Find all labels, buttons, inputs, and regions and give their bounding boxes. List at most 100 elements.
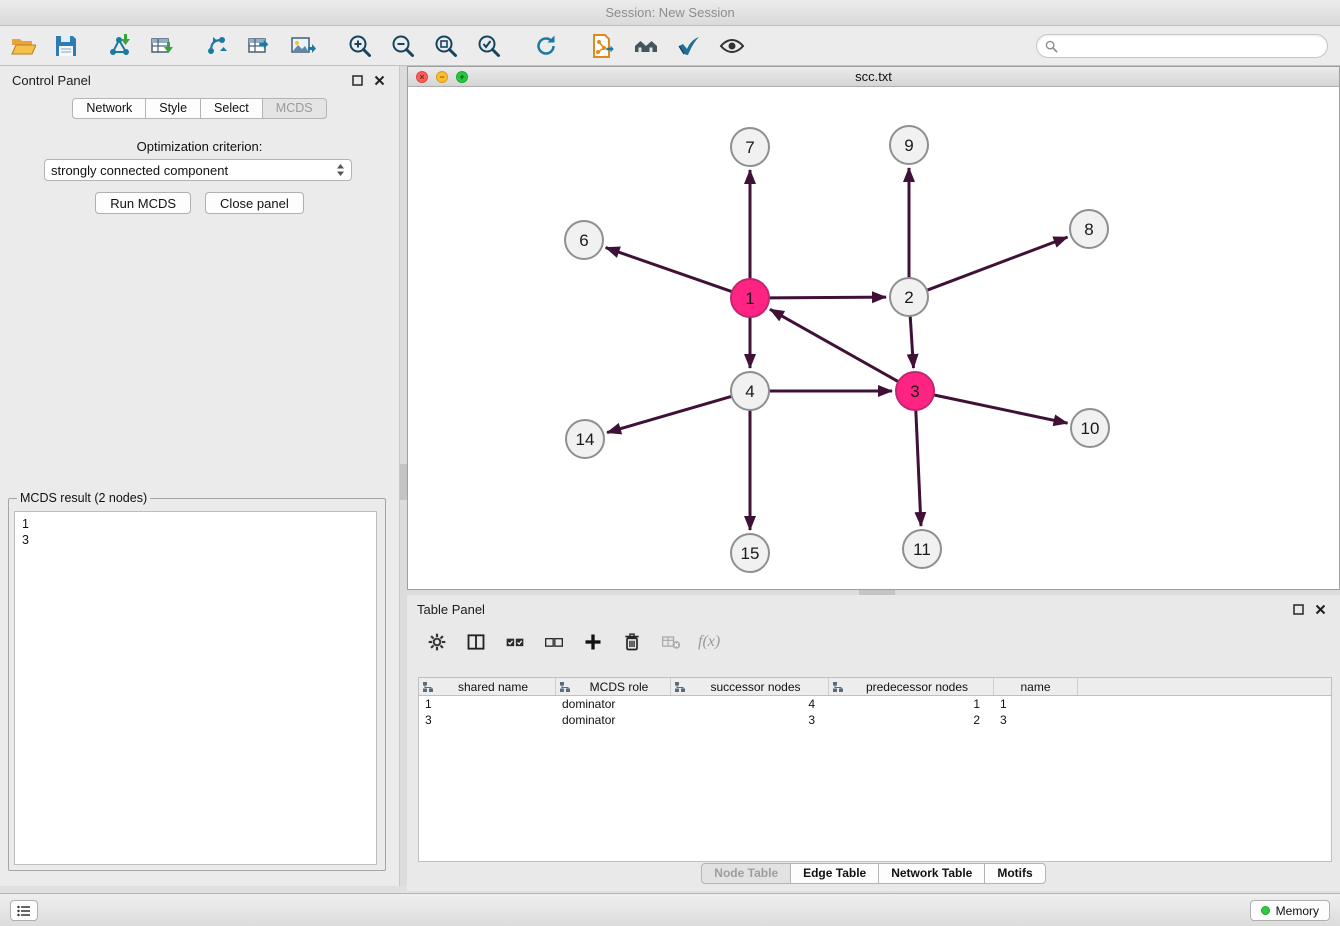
export-network-button[interactable] [202,31,232,61]
refresh-button[interactable] [531,31,561,61]
vertical-splitter[interactable] [400,66,407,886]
node-11[interactable]: 11 [903,530,941,568]
column-header-name[interactable]: name [994,678,1078,695]
memory-button[interactable]: Memory [1250,900,1330,921]
minimize-window-button[interactable]: − [436,71,448,83]
mcds-result-box: MCDS result (2 nodes) 1 3 [8,491,386,871]
eye-icon [719,33,745,59]
column-header-shared-name[interactable]: shared name [419,678,556,695]
style-brush-icon [676,33,702,59]
select-all-columns-button[interactable] [503,630,527,654]
edge-3-10[interactable] [934,395,1068,423]
layout-home-button[interactable] [631,31,661,61]
app-window: Session: New Session [0,0,1340,926]
column-type-icon [422,681,434,693]
task-history-button[interactable] [10,900,38,921]
float-icon [1293,604,1304,615]
run-mcds-button[interactable]: Run MCDS [95,192,191,214]
show-column-panel-button[interactable] [464,630,488,654]
mcds-result-list[interactable]: 1 3 [14,511,377,865]
zoom-in-button[interactable] [345,31,375,61]
tab-network[interactable]: Network [72,98,146,119]
tab-motifs[interactable]: Motifs [984,863,1045,884]
tab-style[interactable]: Style [145,98,201,119]
zoom-selected-button[interactable] [474,31,504,61]
stepper-icon [336,163,345,177]
tab-network-table[interactable]: Network Table [878,863,985,884]
import-table-button[interactable] [148,31,178,61]
export-table-icon [247,33,273,59]
node-6[interactable]: 6 [565,221,603,259]
close-table-panel-button[interactable] [1312,601,1328,617]
edge-3-11[interactable] [916,410,921,526]
control-panel-header: Control Panel [0,66,399,94]
zoom-out-button[interactable] [388,31,418,61]
edge-1-6[interactable] [606,248,732,292]
clone-network-button[interactable] [588,31,618,61]
table-settings-button[interactable] [425,630,449,654]
edge-2-3[interactable] [910,316,913,368]
memory-status-icon [1261,906,1270,915]
edge-2-8[interactable] [927,237,1068,290]
open-session-button[interactable] [8,31,38,61]
column-header-successor-nodes[interactable]: successor nodes [671,678,829,695]
tab-select[interactable]: Select [200,98,263,119]
show-hide-button[interactable] [717,31,747,61]
import-table-icon [150,33,176,59]
node-4[interactable]: 4 [731,372,769,410]
float-panel-button[interactable] [349,72,365,88]
search-icon [1045,40,1058,53]
search-input[interactable] [1063,39,1319,54]
close-window-button[interactable]: × [416,71,428,83]
save-session-button[interactable] [51,31,81,61]
optimization-select[interactable]: strongly connected component [44,159,352,181]
tab-edge-table[interactable]: Edge Table [790,863,879,884]
tab-mcds[interactable]: MCDS [262,98,327,119]
table-row[interactable]: 3 dominator 3 2 3 [419,712,1331,728]
node-2[interactable]: 2 [890,278,928,316]
plus-icon [583,632,603,652]
float-table-panel-button[interactable] [1290,601,1306,617]
table-header-row: shared name MCDS role [419,678,1331,696]
node-table[interactable]: shared name MCDS role [418,677,1332,862]
zoom-selected-icon [476,33,502,59]
node-8[interactable]: 8 [1070,210,1108,248]
node-14[interactable]: 14 [566,420,604,458]
create-column-button[interactable] [581,630,605,654]
node-7[interactable]: 7 [731,128,769,166]
node-15[interactable]: 15 [731,534,769,572]
network-canvas[interactable]: 7 9 6 8 1 2 4 3 14 10 15 11 [408,87,1339,589]
node-9[interactable]: 9 [890,126,928,164]
mcds-result-title: MCDS result (2 nodes) [17,491,150,505]
node-10[interactable]: 10 [1071,409,1109,447]
svg-text:3: 3 [910,382,919,401]
close-panel-action-button[interactable]: Close panel [205,192,304,214]
window-titlebar[interactable]: Session: New Session [0,0,1340,26]
table-row[interactable]: 1 dominator 4 1 1 [419,696,1331,712]
cell-mcds-role: dominator [556,713,671,727]
svg-text:7: 7 [745,138,754,157]
edge-1-2[interactable] [769,297,886,298]
node-1[interactable]: 1 [731,279,769,317]
network-graph[interactable]: 7 9 6 8 1 2 4 3 14 10 15 11 [408,87,1339,589]
column-header-predecessor-nodes[interactable]: predecessor nodes [829,678,994,695]
tab-node-table[interactable]: Node Table [701,863,791,884]
edge-3-1[interactable] [770,309,898,381]
network-window-titlebar[interactable]: scc.txt × − + [408,67,1339,87]
zoom-window-button[interactable]: + [456,71,468,83]
zoom-fit-button[interactable] [431,31,461,61]
apply-style-button[interactable] [674,31,704,61]
edge-4-14[interactable] [607,396,732,432]
import-network-button[interactable] [105,31,135,61]
column-header-mcds-role[interactable]: MCDS role [556,678,671,695]
control-panel-title: Control Panel [12,73,91,88]
cell-successor-nodes: 4 [671,697,829,711]
unselect-all-columns-button[interactable] [542,630,566,654]
close-panel-button[interactable] [371,72,387,88]
export-image-button[interactable] [288,31,318,61]
export-table-button[interactable] [245,31,275,61]
delete-column-button[interactable] [620,630,644,654]
node-3[interactable]: 3 [896,372,934,410]
search-field[interactable] [1036,34,1328,58]
float-icon [352,75,363,86]
